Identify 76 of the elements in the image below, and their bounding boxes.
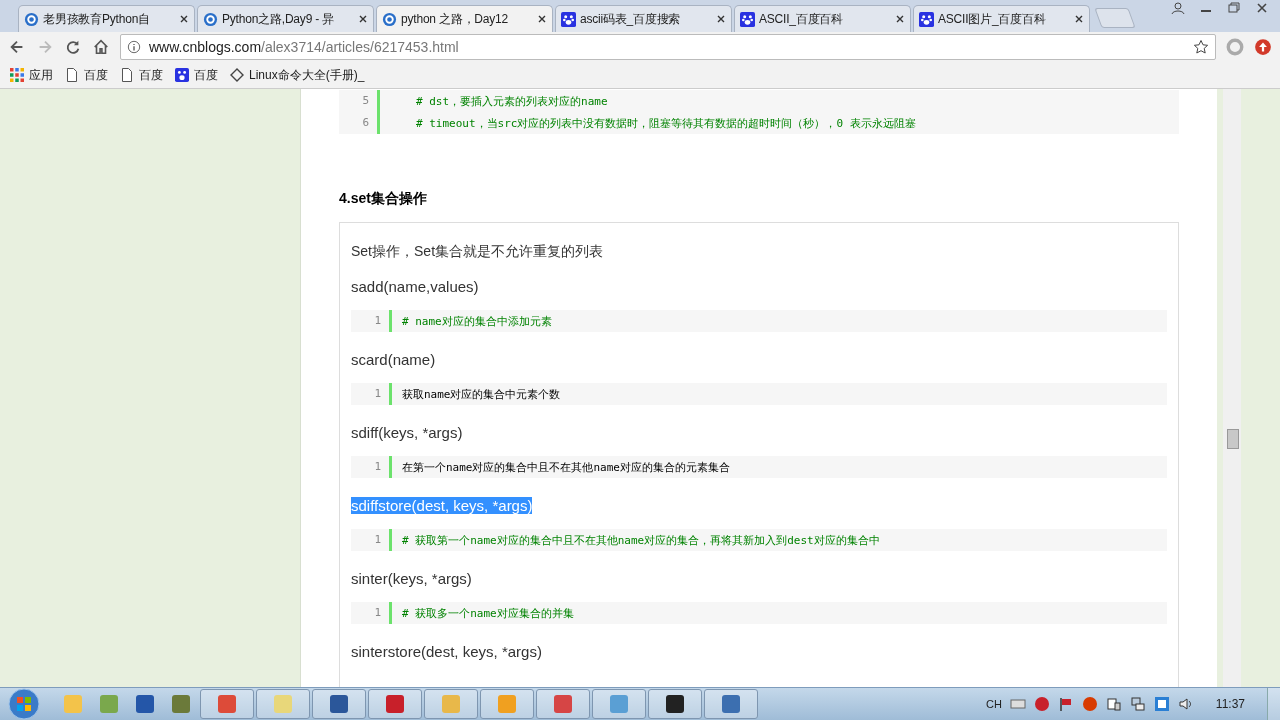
- tab-title: python 之路，Day12: [401, 10, 510, 28]
- method-signature: scard(name): [351, 350, 436, 368]
- diamond-icon: [230, 68, 244, 82]
- swirl-icon: [203, 11, 218, 27]
- tab-title: Python之路,Day9 - 异: [222, 10, 335, 28]
- ime-icon[interactable]: [1153, 696, 1170, 712]
- code-line: # dst，要插入元素的列表对应的name: [415, 93, 608, 109]
- code-line: # timeout，当src对应的列表中没有数据时，阻塞等待其有数据的超时时间（秒），0 表示永远阻塞: [415, 115, 916, 131]
- device-icon[interactable]: [1105, 696, 1122, 712]
- url-host: www.cnblogs.com: [149, 39, 262, 55]
- tab-title: 老男孩教育Python自: [43, 10, 151, 28]
- home-icon[interactable]: [92, 38, 110, 56]
- section-heading: 4.set集合操作: [339, 190, 428, 208]
- method-signature: sinterstore(dest, keys, *args): [351, 642, 542, 660]
- bookmark[interactable]: 百度: [120, 66, 163, 84]
- method-signature: sdiffstore(dest, keys, *args): [351, 496, 533, 514]
- network-icon[interactable]: [1129, 696, 1146, 712]
- address-bar[interactable]: www.cnblogs.com/alex3714/articles/6217453.html: [120, 34, 1216, 60]
- line-number: 1: [351, 602, 392, 624]
- flag-icon[interactable]: [1057, 696, 1074, 712]
- close-icon[interactable]: [1074, 14, 1084, 24]
- method-signature: sdiff(keys, *args): [351, 423, 463, 441]
- info-icon[interactable]: [127, 40, 141, 54]
- browser-tab[interactable]: ascii码表_百度搜索: [555, 5, 732, 32]
- reload-icon[interactable]: [64, 38, 82, 56]
- keyboard-icon[interactable]: [1009, 696, 1026, 712]
- method-signature: sadd(name,values): [351, 277, 479, 295]
- swirl-icon: [24, 11, 39, 27]
- input-language[interactable]: CH: [985, 698, 1002, 710]
- bookmark[interactable]: Linux命令大全(手册)_: [230, 66, 365, 84]
- close-icon[interactable]: [895, 14, 905, 24]
- clock[interactable]: 11:37: [1215, 697, 1245, 711]
- line-number: 5: [339, 90, 380, 112]
- tab-title: ascii码表_百度搜索: [580, 10, 682, 28]
- bookmark[interactable]: 百度: [175, 66, 218, 84]
- paw-icon: [740, 11, 755, 27]
- code-line: # 获取多一个name对应集合的并集: [401, 605, 574, 621]
- code-line: # 获取第一个name对应的集合中且不在其他name对应的集合，再将其新加入到dest对应的集合中: [401, 532, 880, 548]
- record-icon[interactable]: [1081, 696, 1098, 712]
- line-number: 1: [351, 529, 392, 551]
- close-icon[interactable]: [537, 14, 547, 24]
- browser-tab[interactable]: ASCII_百度百科: [734, 5, 911, 32]
- close-icon[interactable]: [716, 14, 726, 24]
- intro-text: Set操作，Set集合就是不允许重复的列表: [351, 243, 605, 261]
- code-line: 获取name对应的集合中元素个数: [401, 386, 561, 402]
- apps-grid-icon: [10, 68, 24, 82]
- swirl-icon: [382, 11, 397, 27]
- paw-icon: [175, 68, 189, 82]
- code-line: # name对应的集合中添加元素: [401, 313, 552, 329]
- browser-tab[interactable]: ASCII图片_百度百科: [913, 5, 1090, 32]
- scrollbar[interactable]: [1223, 89, 1241, 687]
- taskbar-app[interactable]: [648, 689, 702, 719]
- url-path: /alex3714/articles/6217453.html: [261, 39, 459, 55]
- page-icon: [120, 68, 134, 82]
- taskbar-app[interactable]: [312, 689, 366, 719]
- line-number: 6: [339, 112, 380, 134]
- browser-tab[interactable]: Python之路,Day9 - 异: [197, 5, 374, 32]
- volume-icon[interactable]: [1177, 696, 1194, 712]
- tab-title: ASCII_百度百科: [759, 10, 845, 28]
- page-icon: [65, 68, 79, 82]
- close-icon[interactable]: [358, 14, 368, 24]
- tab-title: ASCII图片_百度百科: [938, 10, 1047, 28]
- code-line: 在第一个name对应的集合中且不在其他name对应的集合的元素集合: [401, 459, 730, 475]
- browser-tab[interactable]: 老男孩教育Python自: [18, 5, 195, 32]
- star-icon[interactable]: [1193, 39, 1209, 55]
- line-number: 1: [351, 383, 392, 405]
- upload-icon[interactable]: [1254, 38, 1272, 56]
- line-number: 1: [351, 310, 392, 332]
- bookmark[interactable]: 应用: [10, 66, 53, 84]
- method-signature: sinter(keys, *args): [351, 569, 472, 587]
- browser-tab[interactable]: python 之路，Day12: [376, 5, 553, 32]
- paw-icon: [919, 11, 934, 27]
- close-icon[interactable]: [179, 14, 189, 24]
- paw-icon: [561, 11, 576, 27]
- bookmark[interactable]: 百度: [65, 66, 108, 84]
- line-number: 1: [351, 456, 392, 478]
